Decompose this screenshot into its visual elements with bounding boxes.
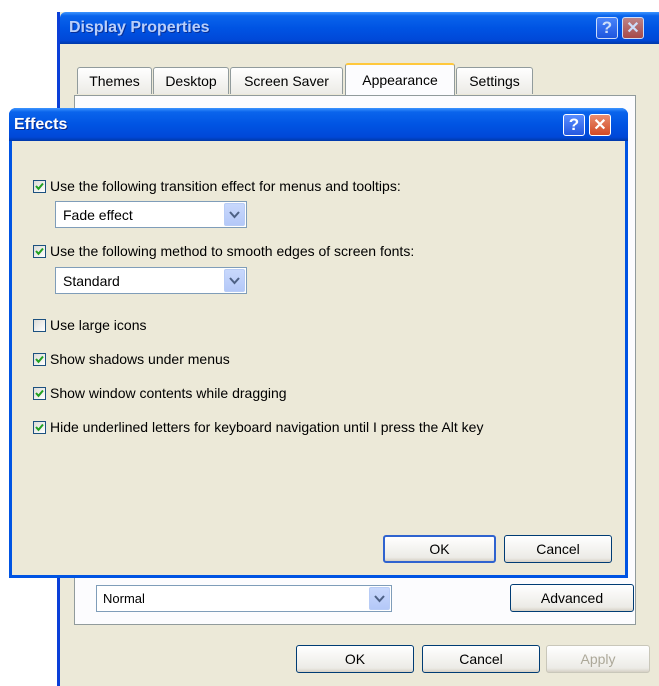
ok-button[interactable]: OK <box>383 535 496 563</box>
font-size-dropdown[interactable]: Normal <box>96 585 392 612</box>
close-icon: ✕ <box>626 20 640 37</box>
display-properties-titlebar[interactable]: Display Properties ? ✕ <box>60 12 659 44</box>
cancel-button[interactable]: Cancel <box>504 535 612 563</box>
transition-effect-value: Fade effect <box>63 207 133 223</box>
cancel-button[interactable]: Cancel <box>422 645 540 673</box>
checkmark-icon <box>35 423 44 432</box>
checkmark-icon <box>35 389 44 398</box>
window-dragging-label[interactable]: Show window contents while dragging <box>50 385 287 401</box>
help-icon: ? <box>568 115 580 134</box>
tab-screen-saver[interactable]: Screen Saver <box>230 67 343 94</box>
dialog-title: Effects <box>14 116 68 133</box>
advanced-button[interactable]: Advanced <box>510 584 634 612</box>
close-button[interactable]: ✕ <box>622 17 644 39</box>
smooth-fonts-value: Standard <box>63 273 120 289</box>
effects-titlebar[interactable]: Effects ? ✕ <box>9 108 628 141</box>
smooth-fonts-dropdown[interactable]: Standard <box>55 267 247 294</box>
checkmark-icon <box>35 355 44 364</box>
transition-effect-dropdown[interactable]: Fade effect <box>55 201 247 228</box>
transition-effect-checkbox[interactable] <box>33 180 46 193</box>
menu-shadows-label[interactable]: Show shadows under menus <box>50 351 230 367</box>
effects-dialog: Effects ? ✕ Use the following transition… <box>9 108 628 578</box>
tab-desktop[interactable]: Desktop <box>153 67 229 94</box>
menu-shadows-checkbox[interactable] <box>33 353 46 366</box>
tab-themes[interactable]: Themes <box>77 67 152 94</box>
tab-appearance[interactable]: Appearance <box>345 63 455 95</box>
effects-body: Use the following transition effect for … <box>12 141 625 575</box>
close-icon: ✕ <box>593 117 607 134</box>
ok-button[interactable]: OK <box>296 645 414 673</box>
hide-underlines-checkbox[interactable] <box>33 421 46 434</box>
large-icons-label[interactable]: Use large icons <box>50 317 147 333</box>
smooth-fonts-checkbox[interactable] <box>33 245 46 258</box>
transition-effect-label[interactable]: Use the following transition effect for … <box>50 178 401 194</box>
window-dragging-checkbox[interactable] <box>33 387 46 400</box>
chevron-down-icon[interactable] <box>224 203 245 226</box>
close-button[interactable]: ✕ <box>589 114 611 136</box>
checkmark-icon <box>35 182 44 191</box>
tab-settings[interactable]: Settings <box>456 67 533 94</box>
font-size-value: Normal <box>103 591 145 606</box>
smooth-fonts-label[interactable]: Use the following method to smooth edges… <box>50 243 414 259</box>
checkmark-icon <box>35 247 44 256</box>
chevron-down-icon[interactable] <box>224 269 245 292</box>
apply-button: Apply <box>546 645 650 673</box>
help-button[interactable]: ? <box>563 114 585 136</box>
hide-underlines-label[interactable]: Hide underlined letters for keyboard nav… <box>50 419 483 435</box>
window-title: Display Properties <box>69 19 210 36</box>
large-icons-checkbox[interactable] <box>33 319 46 332</box>
help-button[interactable]: ? <box>596 17 618 39</box>
help-icon: ? <box>601 18 613 37</box>
chevron-down-icon[interactable] <box>369 587 390 610</box>
